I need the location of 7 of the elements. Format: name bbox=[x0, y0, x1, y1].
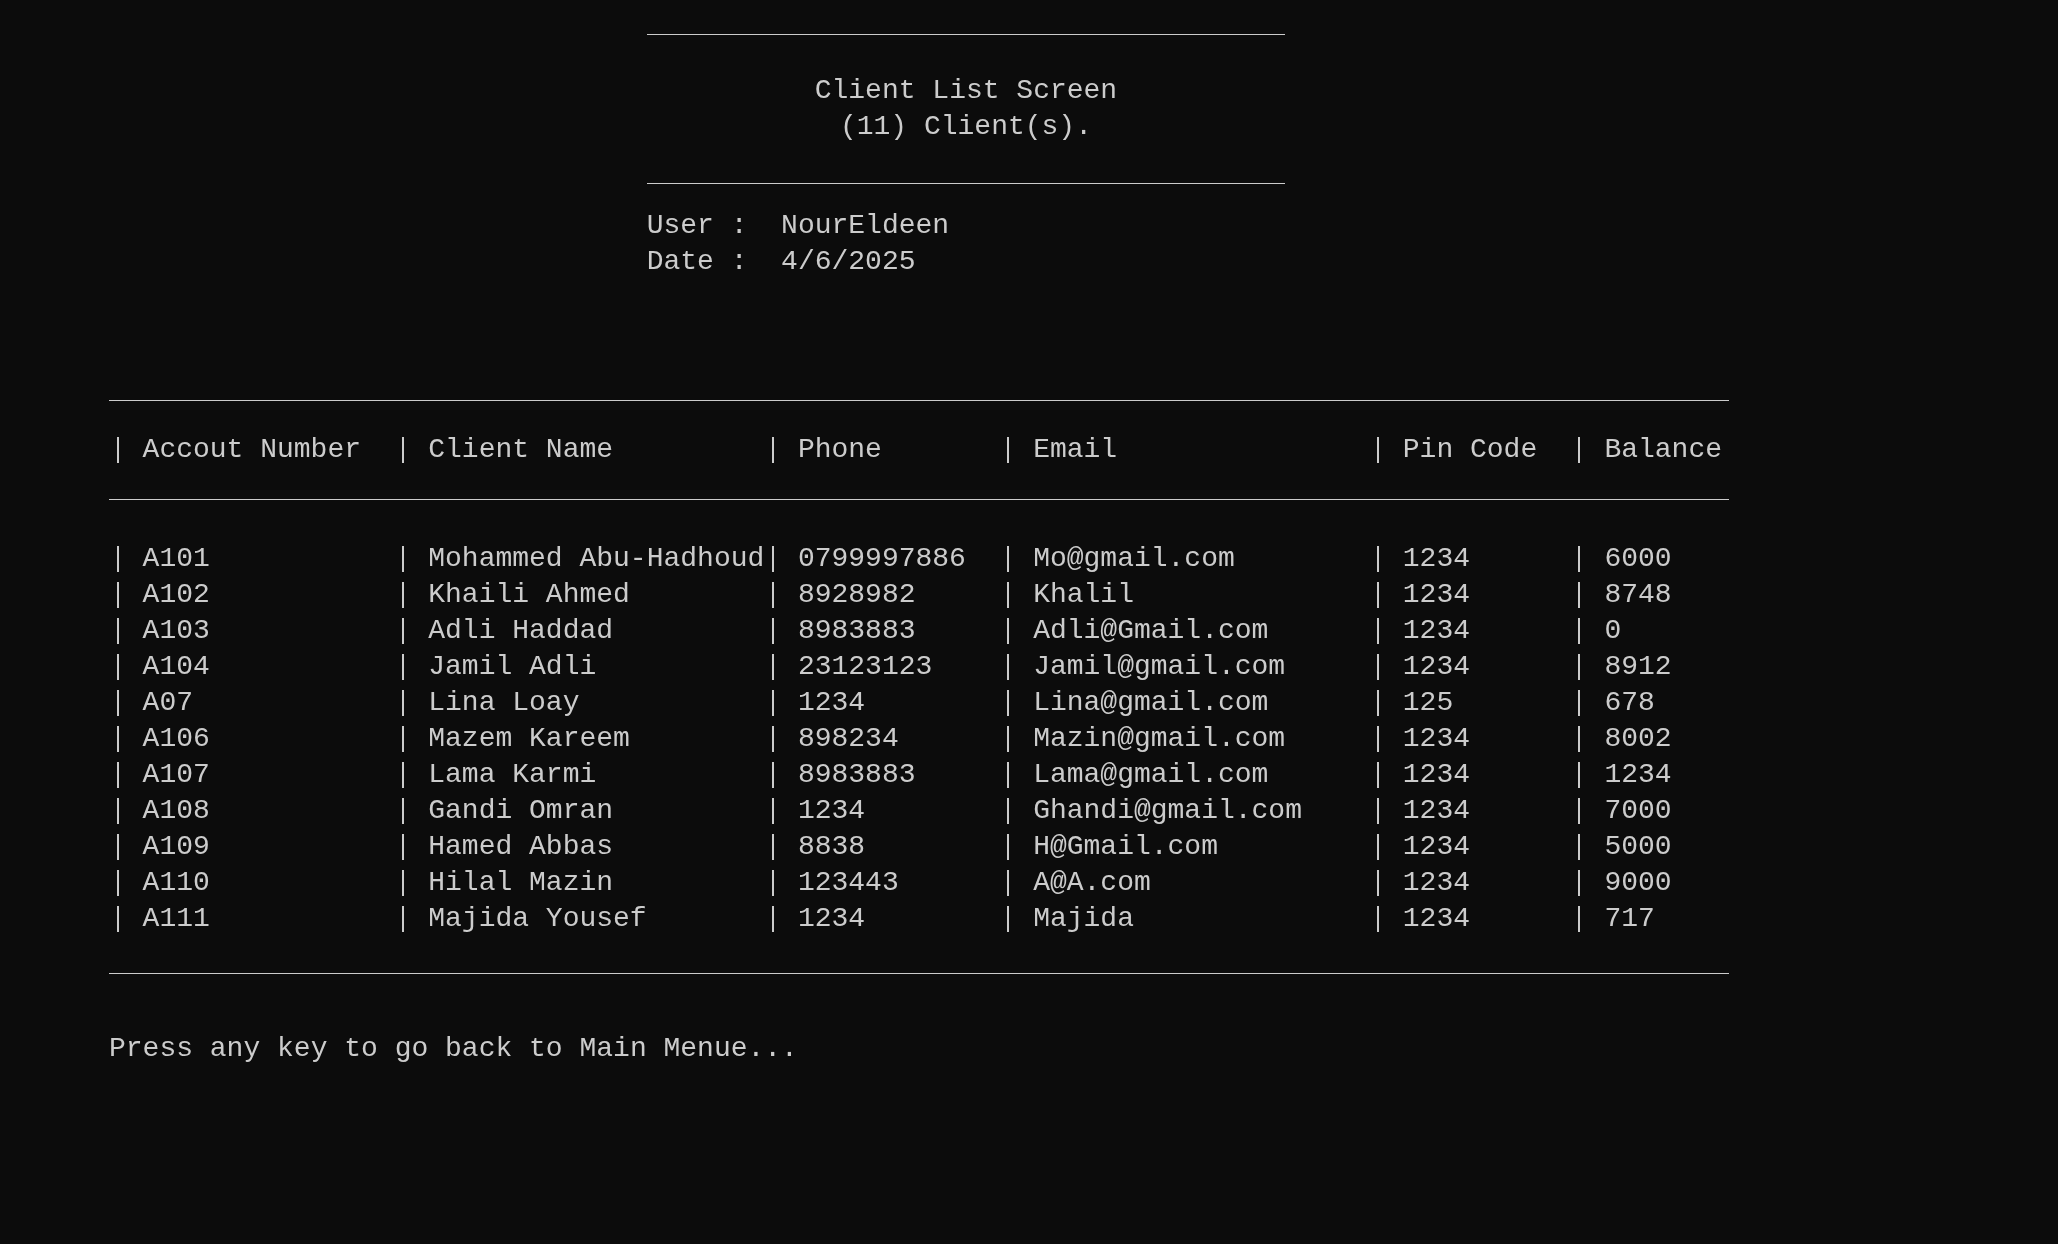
info-value: 4/6/2025 bbox=[781, 245, 916, 279]
client-count: (11) Client(s). bbox=[839, 110, 1092, 144]
screen-title: Client List Screen bbox=[814, 74, 1118, 108]
info-label: Date : bbox=[646, 245, 748, 279]
prompt-text: Press any key to go back to Main Menue... bbox=[109, 1032, 799, 1066]
info-value: NourEldeen bbox=[781, 209, 950, 243]
info-label: User : bbox=[646, 209, 748, 243]
